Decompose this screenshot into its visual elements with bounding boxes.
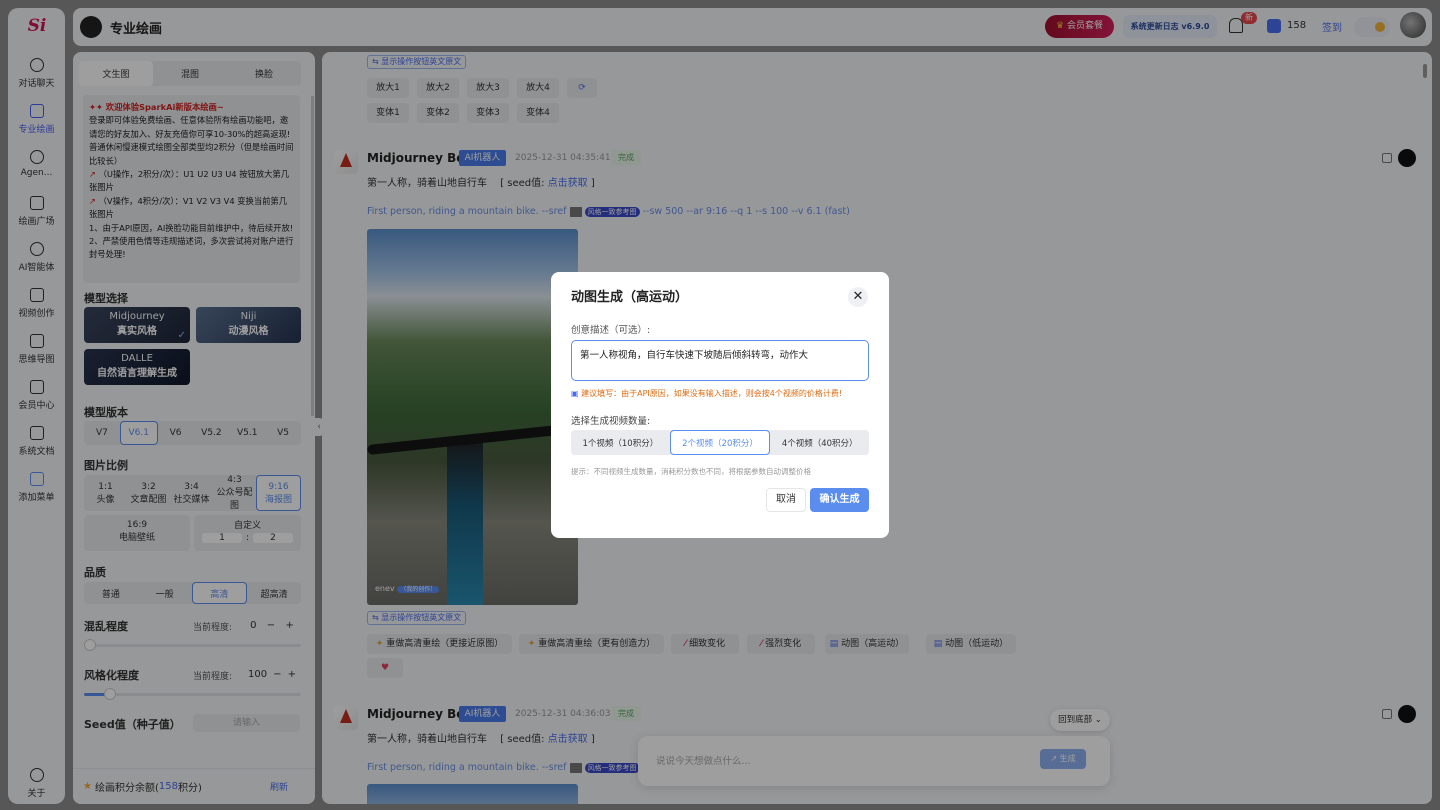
count-selector: 1个视频（10积分） 2个视频（20积分） 4个视频（40积分）: [571, 430, 869, 455]
warning-icon: ▣: [571, 389, 582, 398]
count-option-4[interactable]: 4个视频（40积分）: [770, 430, 869, 455]
warn-note: ▣ 建议填写：由于API原因，如果没有输入描述，则会按4个视频的价格计费!: [571, 388, 842, 399]
close-icon[interactable]: ✕: [848, 287, 868, 307]
dialog-title: 动图生成（高运动）: [571, 290, 689, 305]
warn-text: 建议填写：由于API原因，如果没有输入描述，则会按4个视频的价格计费!: [581, 389, 843, 398]
desc-label: 创意描述（可选）:: [571, 325, 651, 336]
cancel-button[interactable]: 取消: [766, 488, 806, 512]
confirm-button[interactable]: 确认生成: [810, 488, 869, 512]
count-option-1[interactable]: 1个视频（10积分）: [571, 430, 670, 455]
count-option-2[interactable]: 2个视频（20积分）: [669, 430, 771, 455]
desc-textarea[interactable]: 第一人称视角，自行车快速下坡随后倾斜转弯，动作大: [571, 340, 869, 381]
count-label: 选择生成视频数量:: [571, 416, 651, 427]
motion-dialog: 动图生成（高运动） ✕ 创意描述（可选）: 第一人称视角，自行车快速下坡随后倾斜…: [551, 272, 889, 538]
price-hint: 提示：不同视频生成数量，消耗积分数也不同，将根据参数自动调整价格: [571, 467, 811, 476]
